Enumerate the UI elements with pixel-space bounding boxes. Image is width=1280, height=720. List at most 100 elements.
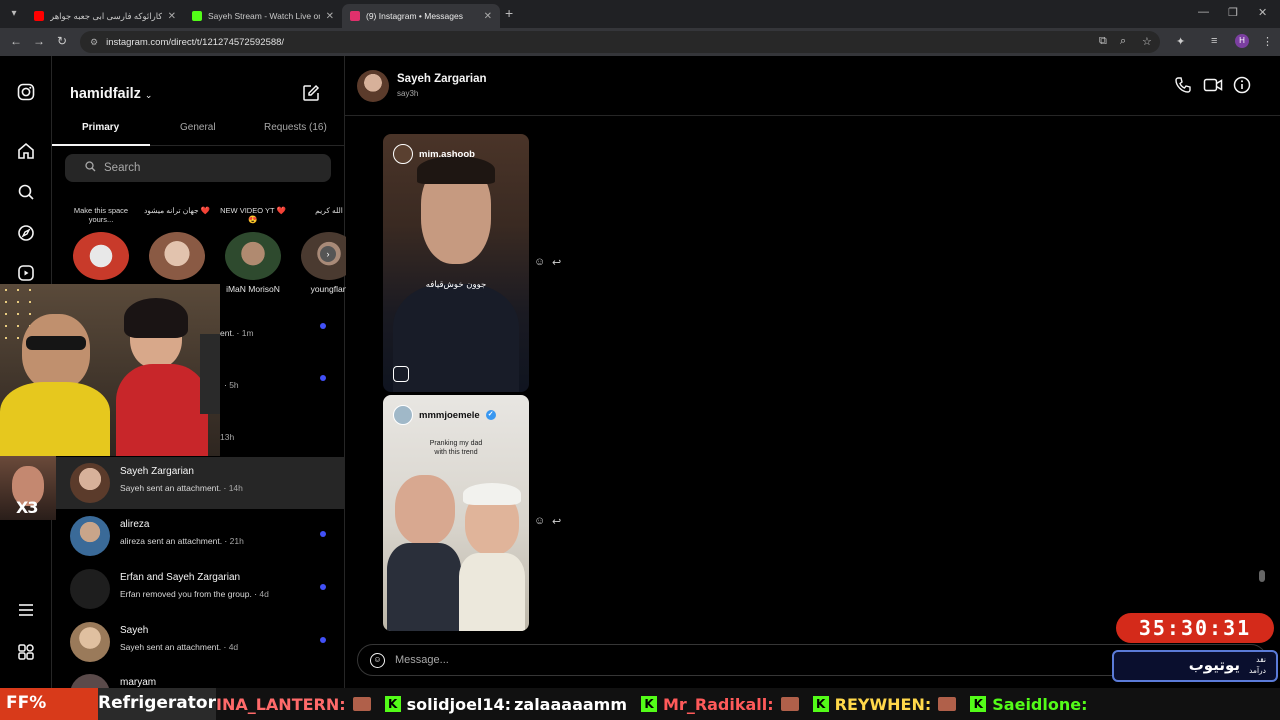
conversation-info-icon[interactable] bbox=[1233, 76, 1251, 98]
ticker-messages: INA_LANTERN: K solidjoel14: zalaaaaamm K… bbox=[216, 688, 1088, 720]
extensions-icon[interactable]: ✦ bbox=[1176, 35, 1185, 48]
media-control-icon[interactable]: ≡ bbox=[1211, 35, 1217, 47]
account-switcher[interactable]: hamidfailz ⌄ bbox=[70, 86, 152, 102]
notes-next-icon[interactable]: › bbox=[320, 246, 336, 262]
close-window-icon[interactable]: ✕ bbox=[1258, 6, 1267, 19]
conversation-name: Erfan and Sayeh Zargarian bbox=[120, 572, 241, 583]
reload-icon[interactable]: ↻ bbox=[57, 34, 67, 48]
explore-icon[interactable] bbox=[16, 224, 36, 244]
reply-icon[interactable]: ↩ bbox=[552, 515, 561, 528]
note-item[interactable]: NEW VIDEO YT ❤️😍 iMaN MorisoN bbox=[218, 206, 288, 294]
home-icon[interactable] bbox=[16, 142, 36, 162]
url-text: instagram.com/direct/t/121274572592588/ bbox=[106, 36, 285, 48]
profile-avatar[interactable]: H bbox=[1235, 34, 1249, 48]
more-menu-icon[interactable] bbox=[16, 601, 36, 621]
reel-username: mmmjoemele bbox=[419, 409, 480, 421]
conversation-item[interactable]: alireza alireza sent an attachment. · 21… bbox=[52, 510, 345, 562]
conversation-preview: alireza sent an attachment. · 21h bbox=[120, 536, 244, 546]
yellow-hoodie-shape bbox=[0, 382, 110, 456]
reel-caption: جوون خوش‌قیافه bbox=[425, 280, 487, 290]
close-tab-icon[interactable]: ✕ bbox=[168, 11, 176, 22]
conversation-preview: · 5h bbox=[224, 380, 239, 390]
ticker-username: REYWHEN: bbox=[834, 694, 932, 714]
reel-cap-shape bbox=[463, 483, 521, 505]
note-item[interactable]: جهان ترانه میشود ❤️ bbox=[142, 206, 212, 284]
kick-favicon-icon bbox=[192, 11, 202, 21]
also-from-meta-icon[interactable] bbox=[16, 643, 36, 663]
chat-contact-name[interactable]: Sayeh Zargarian bbox=[397, 73, 486, 85]
ticker-percent-label: FF% bbox=[0, 688, 98, 720]
youtube-label: یوتیوب bbox=[1188, 656, 1240, 674]
ticker-item-label: Refrigerator bbox=[98, 688, 216, 720]
reply-icon[interactable]: ↩ bbox=[552, 256, 561, 269]
reel-author[interactable]: mim.ashoob bbox=[393, 144, 475, 164]
note-bubble: الله كريم bbox=[315, 206, 343, 215]
reels-icon bbox=[393, 366, 409, 382]
revenue-sub-label: درآمد bbox=[1249, 666, 1266, 675]
browser-menu-icon[interactable]: ⋮ bbox=[1262, 35, 1273, 48]
note-bubble: Make this space yours... bbox=[73, 206, 129, 224]
red-hoodie-shape bbox=[116, 364, 208, 456]
avatar bbox=[70, 622, 110, 662]
new-tab-icon[interactable]: + bbox=[505, 5, 513, 21]
kick-badge-icon: K bbox=[384, 696, 401, 712]
shared-reel[interactable]: mmmjoemele ✓ Pranking my dad with this t… bbox=[383, 395, 529, 631]
conversation-item[interactable]: Erfan and Sayeh Zargarian Erfan removed … bbox=[52, 563, 345, 615]
emote-icon bbox=[352, 697, 371, 711]
close-tab-icon[interactable]: ✕ bbox=[326, 11, 334, 22]
scroll-thumb[interactable] bbox=[1259, 570, 1265, 582]
close-tab-icon[interactable]: ✕ bbox=[484, 11, 492, 22]
message-placeholder: Message... bbox=[395, 654, 449, 666]
unread-dot bbox=[320, 531, 326, 537]
browser-tab[interactable]: Sayeh Stream - Watch Live on Kick ✕ bbox=[184, 4, 342, 28]
note-item[interactable]: Make this space yours... bbox=[66, 206, 136, 284]
note-name: youngflan bbox=[310, 284, 346, 294]
reel-face-shape bbox=[395, 475, 455, 545]
tab-underline bbox=[52, 144, 150, 146]
conversation-name: maryam bbox=[120, 677, 157, 688]
react-emoji-icon[interactable]: ☺ bbox=[534, 515, 545, 527]
zoom-icon[interactable]: ⌕ bbox=[1120, 35, 1126, 48]
address-bar[interactable]: ⚙ instagram.com/direct/t/121274572592588… bbox=[80, 31, 1160, 53]
shared-reel[interactable]: mim.ashoob جوون خوش‌قیافه bbox=[383, 134, 529, 392]
conversation-item[interactable]: Sayeh Sayeh sent an attachment. · 4d bbox=[52, 616, 345, 668]
reel-author[interactable]: mmmjoemele ✓ bbox=[393, 405, 496, 425]
tab-search-icon[interactable]: ▾ bbox=[6, 6, 22, 22]
minimize-icon[interactable]: — bbox=[1198, 6, 1209, 18]
forward-icon[interactable]: → bbox=[33, 34, 45, 48]
instagram-favicon-icon bbox=[350, 11, 360, 21]
site-info-icon[interactable]: ⚙ bbox=[90, 37, 98, 48]
browser-tab[interactable]: کارائوکه فارسی ابی جعبه جواهر - ✕ bbox=[26, 4, 184, 28]
inbox-tabs: Primary General Requests (16) bbox=[52, 116, 345, 146]
browser-tabbar: ▾ کارائوکه فارسی ابی جعبه جواهر - ✕ Saye… bbox=[0, 0, 1280, 28]
restore-icon[interactable]: ❐ bbox=[1228, 6, 1238, 19]
video-call-icon[interactable] bbox=[1203, 76, 1223, 98]
tab-general[interactable]: General bbox=[180, 122, 216, 133]
tab-primary[interactable]: Primary bbox=[82, 122, 119, 133]
back-icon[interactable]: ← bbox=[10, 34, 22, 48]
instagram-logo-icon[interactable] bbox=[16, 83, 36, 103]
tab-requests[interactable]: Requests (16) bbox=[264, 122, 327, 133]
kick-badge-icon: K bbox=[970, 696, 987, 712]
note-bubble: NEW VIDEO YT ❤️😍 bbox=[220, 206, 286, 224]
react-emoji-icon[interactable]: ☺ bbox=[534, 256, 545, 268]
new-message-icon[interactable] bbox=[302, 84, 320, 107]
audio-call-icon[interactable] bbox=[1174, 76, 1192, 98]
browser-tab-active[interactable]: (9) Instagram • Messages ✕ bbox=[342, 4, 500, 28]
search-input[interactable]: Search bbox=[65, 154, 331, 182]
chevron-down-icon: ⌄ bbox=[144, 90, 153, 100]
chat-scrollbar[interactable] bbox=[1259, 118, 1265, 638]
bookmark-star-icon[interactable]: ☆ bbox=[1142, 35, 1152, 48]
avatar bbox=[70, 516, 110, 556]
search-icon[interactable] bbox=[16, 183, 36, 203]
emoji-icon[interactable]: ☺ bbox=[370, 652, 385, 668]
avatar bbox=[393, 405, 413, 425]
conversation-preview: 13h bbox=[220, 432, 235, 442]
avatar[interactable] bbox=[357, 70, 389, 102]
unread-dot bbox=[320, 375, 326, 381]
ticker-message: K REYWHEN: bbox=[812, 694, 957, 714]
conversation-item-selected[interactable]: Sayeh Zargarian Sayeh sent an attachment… bbox=[52, 457, 345, 509]
reels-icon[interactable] bbox=[16, 264, 36, 284]
install-app-icon[interactable]: ⧉ bbox=[1099, 35, 1107, 48]
ticker-message: K Mr_Radikall: bbox=[641, 695, 799, 714]
